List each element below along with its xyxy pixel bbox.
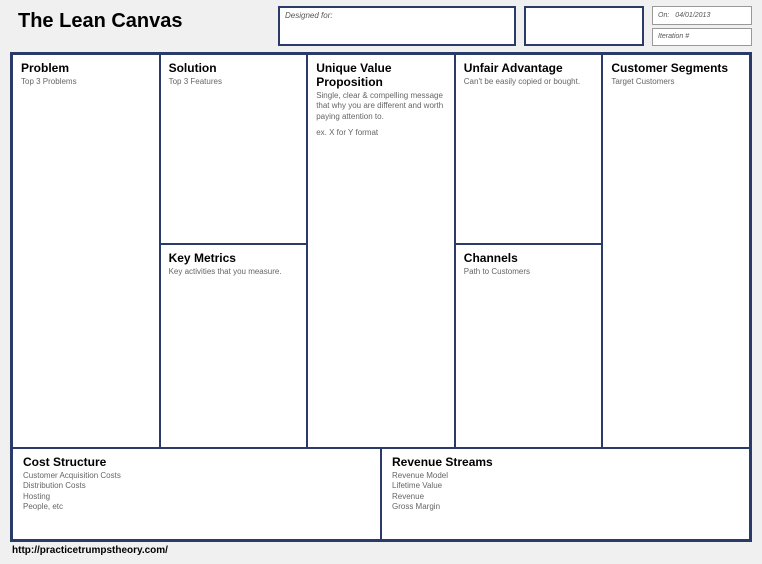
cell-revenue-streams[interactable]: Revenue Streams Revenue Model Lifetime V…	[382, 449, 749, 539]
unfair-hint: Can't be easily copied or bought.	[464, 77, 594, 87]
channels-hint: Path to Customers	[464, 267, 594, 277]
cell-problem[interactable]: Problem Top 3 Problems	[13, 55, 159, 447]
revenue-hint: Revenue Model Lifetime Value Revenue Gro…	[392, 471, 739, 513]
cost-hint: Customer Acquisition Costs Distribution …	[23, 471, 370, 513]
page-title: The Lean Canvas	[10, 6, 270, 46]
solution-title: Solution	[169, 61, 299, 75]
unfair-title: Unfair Advantage	[464, 61, 594, 75]
channels-title: Channels	[464, 251, 594, 265]
uvp-hint: Single, clear & compelling message that …	[316, 91, 446, 122]
designed-for-box[interactable]: Designed for:	[278, 6, 516, 46]
key-metrics-hint: Key activities that you measure.	[169, 267, 299, 277]
column-problem: Problem Top 3 Problems	[13, 55, 161, 447]
cell-cost-structure[interactable]: Cost Structure Customer Acquisition Cost…	[13, 449, 382, 539]
uvp-hint-2: ex. X for Y format	[316, 128, 446, 138]
column-unfair-channels: Unfair Advantage Can't be easily copied …	[456, 55, 604, 447]
meta-column: On: 04/01/2013 Iteration #	[652, 6, 752, 46]
canvas-bottom-row: Cost Structure Customer Acquisition Cost…	[13, 449, 749, 539]
designed-for-label: Designed for:	[285, 11, 509, 20]
date-box[interactable]: On: 04/01/2013	[652, 6, 752, 25]
canvas-top-row: Problem Top 3 Problems Solution Top 3 Fe…	[13, 55, 749, 449]
iteration-box[interactable]: Iteration #	[652, 28, 752, 47]
key-metrics-title: Key Metrics	[169, 251, 299, 265]
header-row: The Lean Canvas Designed for: On: 04/01/…	[10, 6, 752, 46]
problem-hint: Top 3 Problems	[21, 77, 151, 87]
uvp-title: Unique Value Proposition	[316, 61, 446, 89]
date-label: On:	[658, 12, 669, 19]
cell-channels[interactable]: Channels Path to Customers	[456, 245, 602, 447]
header-empty-box[interactable]	[524, 6, 644, 46]
segments-title: Customer Segments	[611, 61, 741, 75]
cell-uvp[interactable]: Unique Value Proposition Single, clear &…	[308, 55, 454, 447]
cell-customer-segments[interactable]: Customer Segments Target Customers	[603, 55, 749, 447]
cell-unfair-advantage[interactable]: Unfair Advantage Can't be easily copied …	[456, 55, 602, 245]
column-solution-metrics: Solution Top 3 Features Key Metrics Key …	[161, 55, 309, 447]
revenue-title: Revenue Streams	[392, 455, 739, 469]
column-segments: Customer Segments Target Customers	[603, 55, 749, 447]
date-value: 04/01/2013	[675, 12, 710, 19]
iteration-label: Iteration #	[658, 33, 689, 40]
cell-key-metrics[interactable]: Key Metrics Key activities that you meas…	[161, 245, 307, 447]
lean-canvas-grid: Problem Top 3 Problems Solution Top 3 Fe…	[10, 52, 752, 542]
segments-hint: Target Customers	[611, 77, 741, 87]
problem-title: Problem	[21, 61, 151, 75]
cell-solution[interactable]: Solution Top 3 Features	[161, 55, 307, 245]
solution-hint: Top 3 Features	[169, 77, 299, 87]
footer-url: http://practicetrumpstheory.com/	[10, 542, 752, 556]
column-uvp: Unique Value Proposition Single, clear &…	[308, 55, 456, 447]
cost-title: Cost Structure	[23, 455, 370, 469]
